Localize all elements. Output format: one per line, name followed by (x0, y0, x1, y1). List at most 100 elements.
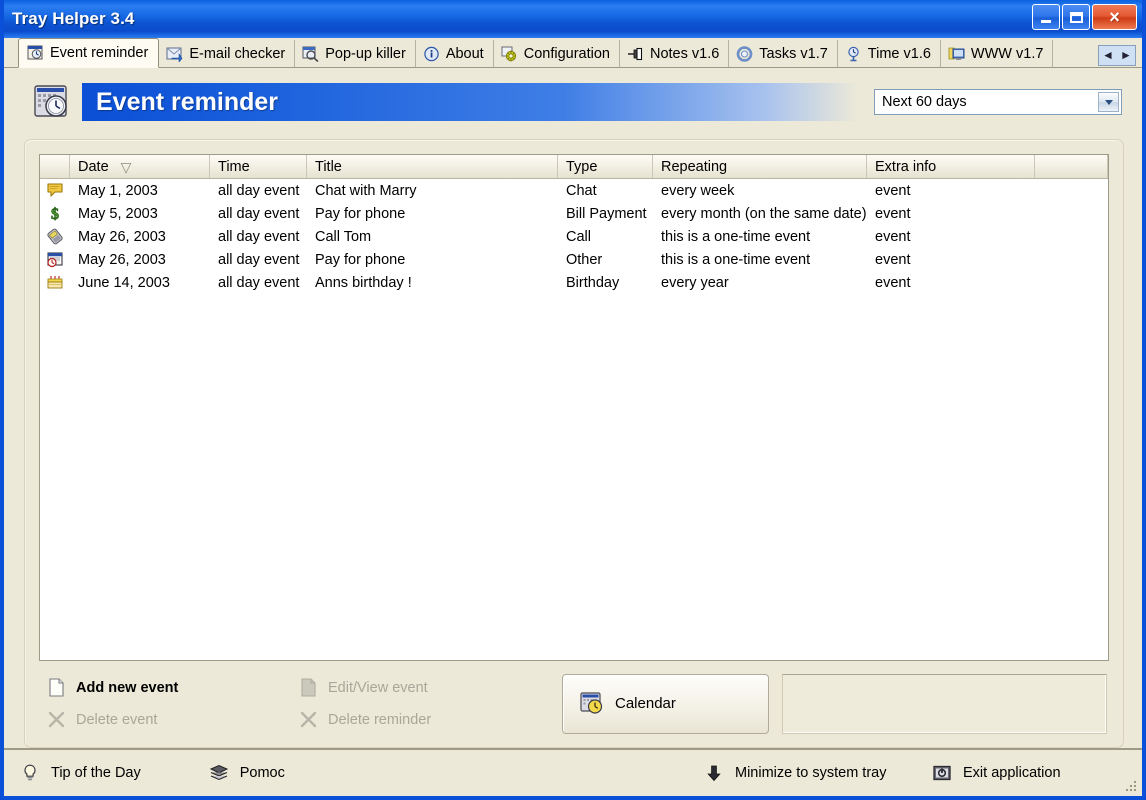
column-header-label: Type (566, 158, 598, 175)
column-header-repeating[interactable]: Repeating (653, 155, 867, 178)
tab-www[interactable]: WWW v1.7 (941, 40, 1054, 67)
tab-time[interactable]: Time v1.6 (838, 40, 941, 67)
tab-label: Tasks v1.7 (759, 45, 828, 62)
minimize-to-tray-button[interactable]: Minimize to system tray (704, 763, 886, 783)
cell-title: Anns birthday ! (315, 274, 412, 291)
cell-type: Call (566, 228, 591, 245)
cell-type: Birthday (566, 274, 620, 291)
page-title: Event reminder (96, 87, 279, 116)
tab-popup-killer[interactable]: Pop-up killer (295, 40, 416, 67)
mobile-phone-icon (40, 228, 70, 245)
column-header-title[interactable]: Title (307, 155, 558, 178)
tab-email-checker[interactable]: E-mail checker (159, 40, 296, 67)
tab-bar: Event reminder E-mail checker Pop-up kil… (4, 38, 1142, 68)
tab-page-event-reminder: Event reminder Next 60 days Date Time (4, 68, 1142, 748)
cell-extra-info: event (875, 274, 911, 291)
edit-page-icon (299, 678, 318, 697)
tab-about[interactable]: About (416, 40, 494, 67)
cell-type: Other (566, 251, 603, 268)
tab-scroll-buttons[interactable]: ◄ ► (1098, 45, 1136, 66)
tab-label: Notes v1.6 (649, 45, 720, 62)
cell-date: May 1, 2003 (78, 182, 158, 199)
www-monitor-icon (948, 46, 965, 62)
cell-time: all day event (218, 228, 300, 245)
resize-grip[interactable] (1124, 779, 1138, 793)
cell-extra-info: event (875, 251, 911, 268)
help-book-icon (209, 763, 229, 783)
tasks-gear-icon (736, 45, 753, 62)
cell-time: all day event (218, 205, 300, 222)
delete-reminder-button[interactable]: Delete reminder (299, 709, 544, 731)
window-controls: × (1032, 4, 1137, 30)
calendar-clock-icon (32, 83, 72, 121)
cell-extra-info: event (875, 182, 911, 199)
add-new-event-button[interactable]: Add new event (47, 677, 299, 699)
table-row[interactable]: $ May 5, 2003 all day event Pay for phon… (40, 202, 1108, 225)
column-header-date[interactable]: Date (70, 155, 210, 178)
cell-title: Chat with Marry (315, 182, 417, 199)
tab-tasks[interactable]: Tasks v1.7 (729, 40, 838, 67)
info-panel (782, 673, 1107, 734)
power-exit-icon (932, 763, 952, 783)
down-arrow-icon (704, 763, 724, 783)
cell-title: Call Tom (315, 228, 372, 245)
status-label: Pomoc (239, 765, 285, 781)
events-groupbox: Date Time Title Type Repeating (24, 139, 1124, 748)
calendar-button-label: Calendar (615, 695, 676, 712)
window-title: Tray Helper 3.4 (12, 9, 135, 28)
column-header-time[interactable]: Time (210, 155, 307, 178)
table-row[interactable]: May 26, 2003 all day event Pay for phone… (40, 248, 1108, 271)
popup-killer-icon (302, 46, 319, 62)
column-header-type[interactable]: Type (558, 155, 653, 178)
maximize-button[interactable] (1062, 4, 1090, 30)
tab-scroll-right-icon[interactable]: ► (1117, 46, 1135, 65)
close-button[interactable]: × (1092, 4, 1137, 30)
tab-label: Pop-up killer (325, 45, 406, 62)
tab-notes[interactable]: Notes v1.6 (620, 40, 730, 67)
exit-application-button[interactable]: Exit application (932, 763, 1061, 783)
cell-type: Chat (566, 182, 597, 199)
column-header-label: Title (315, 158, 342, 175)
column-header-icon[interactable] (40, 155, 70, 178)
svg-text:$: $ (51, 206, 59, 222)
window-clock-icon (40, 251, 70, 268)
title-bar: Tray Helper 3.4 × (4, 0, 1142, 38)
chevron-down-icon[interactable] (1098, 92, 1119, 112)
cell-time: all day event (218, 274, 300, 291)
tab-label: WWW v1.7 (970, 45, 1044, 62)
cell-extra-info: event (875, 228, 911, 245)
tab-configuration[interactable]: Configuration (494, 40, 620, 67)
events-listview[interactable]: Date Time Title Type Repeating (39, 154, 1109, 661)
minimize-button[interactable] (1032, 4, 1060, 30)
cell-repeating: this is a one-time event (661, 228, 811, 245)
notes-pin-icon (627, 46, 644, 62)
calendar-button[interactable]: Calendar (562, 673, 769, 734)
date-range-value: Next 60 days (882, 94, 967, 110)
action-label: Add new event (76, 679, 179, 696)
email-checker-icon (166, 46, 183, 63)
table-row[interactable]: May 1, 2003 all day event Chat with Marr… (40, 179, 1108, 202)
cell-repeating: every year (661, 274, 729, 291)
tab-label: Event reminder (50, 45, 149, 61)
status-bar: Tip of the Day Pomoc Minimize to system … (4, 748, 1142, 796)
cell-time: all day event (218, 251, 300, 268)
column-header-label: Time (218, 158, 250, 175)
status-label: Exit application (963, 765, 1061, 781)
delete-event-button[interactable]: Delete event (47, 709, 299, 731)
help-button[interactable]: Pomoc (209, 763, 285, 783)
tab-event-reminder[interactable]: Event reminder (18, 38, 160, 68)
tip-of-the-day-button[interactable]: Tip of the Day (20, 763, 141, 783)
column-header-label: Extra info (875, 158, 937, 175)
x-delete-icon (47, 710, 66, 729)
table-row[interactable]: May 26, 2003 all day event Call Tom Call… (40, 225, 1108, 248)
cell-time: all day event (218, 182, 300, 199)
column-header-extra-info[interactable]: Extra info (867, 155, 1035, 178)
edit-view-event-button[interactable]: Edit/View event (299, 677, 544, 699)
action-column-left: Add new event Delete event (39, 677, 299, 731)
page-header: Event reminder Next 60 days (18, 78, 1128, 126)
table-row[interactable]: June 14, 2003 all day event Anns birthda… (40, 271, 1108, 294)
cell-repeating: every week (661, 182, 735, 199)
tab-scroll-left-icon[interactable]: ◄ (1099, 46, 1117, 65)
date-range-select[interactable]: Next 60 days (874, 89, 1122, 115)
event-reminder-icon (27, 45, 44, 61)
